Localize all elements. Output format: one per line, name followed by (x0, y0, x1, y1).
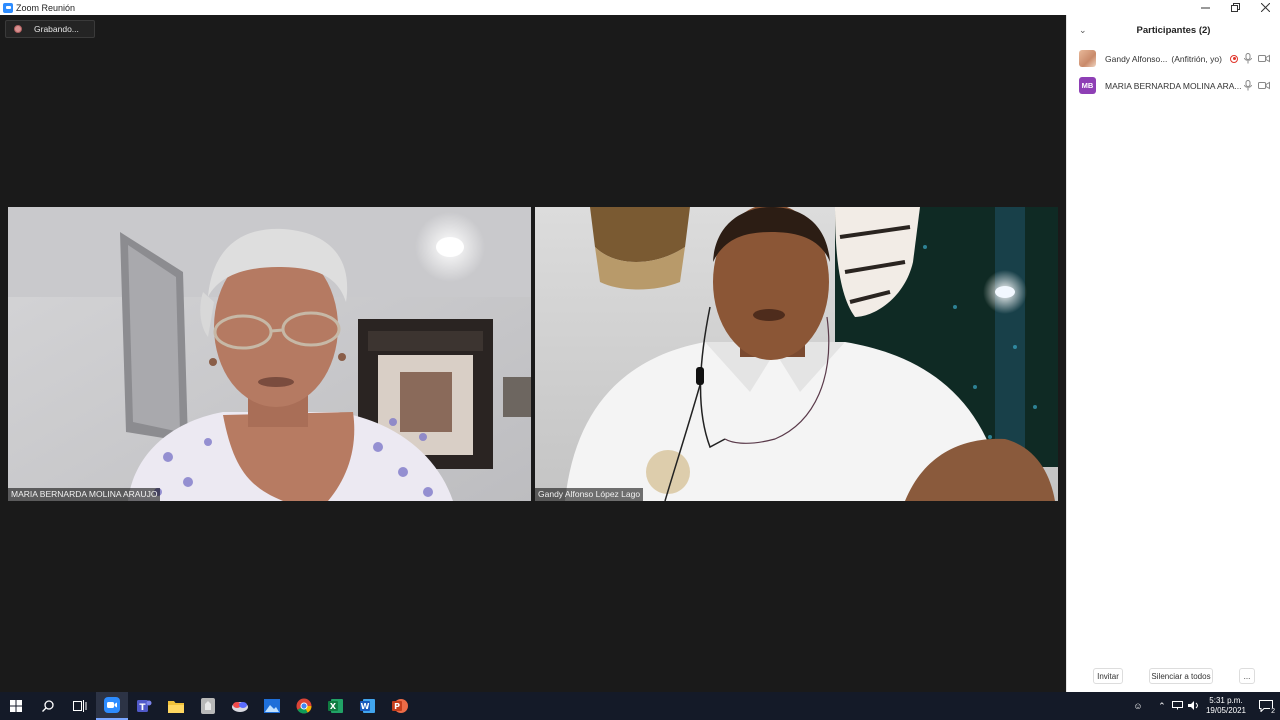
photos-icon (264, 699, 280, 713)
search-button[interactable] (32, 692, 64, 720)
participant-row[interactable]: Gandy Alfonso... (Anfitrión, yo) (1067, 45, 1280, 72)
clock-date: 19/05/2021 (1205, 706, 1246, 715)
windows-logo-icon (10, 700, 22, 712)
people-icon[interactable]: ☺ (1130, 701, 1146, 711)
participant-row[interactable]: MB MARIA BERNARDA MOLINA ARA... (1067, 72, 1280, 99)
taskbar-teams[interactable]: T (128, 692, 160, 720)
chevron-up-icon[interactable]: ⌃ (1154, 701, 1170, 712)
avatar: MB (1079, 77, 1096, 94)
excel-icon: X (328, 699, 343, 713)
taskbar-clock[interactable]: 5:31 p.m. 19/05/2021 (1206, 696, 1246, 716)
action-center-button[interactable]: 2 (1252, 692, 1280, 720)
chevron-down-icon[interactable]: ⌄ (1079, 25, 1087, 36)
minimize-icon (1200, 7, 1210, 9)
video-camera-icon[interactable] (1258, 81, 1270, 90)
participant-name: Gandy Alfonso... (1105, 53, 1168, 64)
chrome-icon (296, 698, 312, 714)
restore-icon (1230, 3, 1240, 12)
powerpoint-icon: P (392, 699, 408, 713)
start-button[interactable] (0, 692, 32, 720)
taskbar-app-cloud[interactable] (224, 692, 256, 720)
taskbar-app-gray[interactable] (192, 692, 224, 720)
video-feed-gandy (535, 207, 1058, 501)
clock-time: 5:31 p.m. (1209, 696, 1243, 705)
video-tile-gandy[interactable]: Gandy Alfonso López Lago (535, 207, 1058, 501)
recording-status-icon (1230, 54, 1238, 63)
restore-button[interactable] (1220, 0, 1250, 15)
window-title: Zoom Reunión (16, 2, 76, 13)
document-icon (201, 698, 215, 714)
zoom-app-icon (3, 2, 13, 13)
participants-panel: ⌄ Participantes (2) Gandy Alfonso... (An… (1066, 15, 1280, 692)
window-controls (1190, 0, 1280, 15)
taskbar-zoom[interactable] (96, 692, 128, 720)
taskbar-app-photos[interactable] (256, 692, 288, 720)
video-name-label: Gandy Alfonso López Lago (535, 488, 644, 501)
more-options-button[interactable]: ... (1239, 668, 1255, 684)
participant-role: (Anfitrión, yo) (1171, 53, 1222, 64)
close-icon (1260, 3, 1270, 12)
word-icon: W (360, 699, 375, 713)
taskbar-file-explorer[interactable] (160, 692, 192, 720)
volume-icon[interactable] (1186, 700, 1202, 712)
svg-text:T: T (139, 703, 146, 713)
folder-icon (168, 701, 184, 713)
notification-count-badge: 2 (1270, 708, 1276, 715)
system-tray: ☺ ⌃ 5:31 p.m. 19/05/2021 2 (1130, 692, 1280, 720)
recording-label: Grabando... (34, 24, 79, 34)
recording-icon (14, 25, 22, 33)
close-button[interactable] (1250, 0, 1280, 15)
participants-footer: Invitar Silenciar a todos ... (1067, 662, 1280, 692)
taskbar-chrome[interactable] (288, 692, 320, 720)
participants-header: ⌄ Participantes (2) (1067, 15, 1280, 45)
participants-title: Participantes (2) (1136, 24, 1211, 36)
recording-indicator[interactable]: Grabando... (5, 20, 95, 38)
video-tile-maria[interactable]: MARIA BERNARDA MOLINA ARAUJO (8, 207, 531, 501)
window-title-bar: Zoom Reunión (0, 0, 1280, 15)
zoom-icon (104, 697, 120, 713)
video-feed-maria (8, 207, 531, 501)
taskbar-excel[interactable]: X (320, 692, 352, 720)
video-camera-icon[interactable] (1258, 54, 1270, 63)
mute-all-button[interactable]: Silenciar a todos (1149, 668, 1213, 684)
invite-button[interactable]: Invitar (1093, 668, 1123, 684)
task-view-button[interactable] (64, 692, 96, 720)
cloud-app-icon (232, 702, 248, 712)
svg-text:X: X (330, 702, 337, 711)
search-icon (42, 700, 54, 712)
participant-status-icons (1243, 80, 1270, 91)
svg-text:P: P (394, 702, 400, 711)
taskbar-word[interactable]: W (352, 692, 384, 720)
participant-status-icons (1230, 53, 1270, 64)
video-name-label: MARIA BERNARDA MOLINA ARAUJO (8, 488, 161, 501)
minimize-button[interactable] (1190, 0, 1220, 15)
microphone-icon[interactable] (1243, 53, 1253, 64)
meeting-video-area: Grabando... MARIA BERNARDA MOLINA ARAUJO… (0, 15, 1066, 692)
avatar (1079, 50, 1096, 67)
network-icon[interactable] (1170, 700, 1186, 712)
svg-text:W: W (361, 702, 370, 711)
participant-name: MARIA BERNARDA MOLINA ARA... (1105, 80, 1242, 91)
windows-taskbar: T X W P ☺ ⌃ 5:31 p.m. 19/05/2021 2 (0, 692, 1280, 720)
teams-icon: T (137, 700, 152, 713)
task-view-icon (73, 700, 87, 712)
microphone-icon[interactable] (1243, 80, 1253, 91)
taskbar-powerpoint[interactable]: P (384, 692, 416, 720)
